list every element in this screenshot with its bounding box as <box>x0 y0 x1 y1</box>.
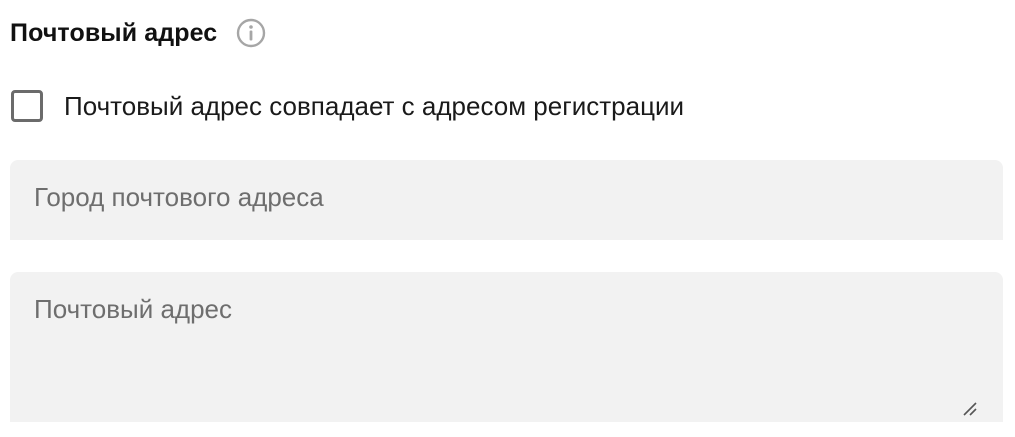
same-address-checkbox[interactable] <box>11 90 43 122</box>
city-field-placeholder: Город почтового адреса <box>34 182 324 212</box>
postal-address-placeholder: Почтовый адрес <box>34 294 232 324</box>
same-address-checkbox-label[interactable]: Почтовый адрес совпадает с адресом регис… <box>64 88 684 124</box>
same-address-checkbox-row[interactable]: Почтовый адрес совпадает с адресом регис… <box>11 88 684 124</box>
info-icon[interactable] <box>236 18 266 48</box>
section-title: Почтовый адрес <box>10 18 218 47</box>
resize-handle-icon[interactable] <box>961 400 977 416</box>
section-header: Почтовый адрес <box>10 14 266 52</box>
postal-address-textarea[interactable]: Почтовый адрес <box>10 272 1003 422</box>
city-field[interactable]: Город почтового адреса <box>10 160 1003 240</box>
postal-address-section: Почтовый адрес Почтовый адрес совпадает … <box>0 0 1015 437</box>
